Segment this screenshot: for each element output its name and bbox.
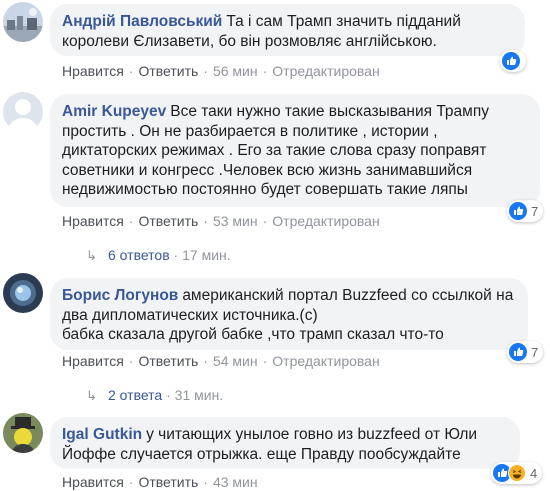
comment-author[interactable]: Борис Логунов: [62, 287, 178, 304]
like-icon: [509, 202, 527, 220]
comment-text: советники и конгресс .Человек всю жизнь …: [62, 161, 473, 179]
reply-link[interactable]: Ответить: [138, 63, 198, 79]
reply-link[interactable]: Ответить: [138, 474, 198, 490]
comment-bubble: Igal Gutkin у читающих унылое говно из bu…: [50, 417, 520, 469]
comment-text: Йоффе случается отрыжка. еще Правду пооб…: [62, 445, 461, 463]
comment-author[interactable]: Андрій Павловський: [62, 13, 222, 30]
reaction-count: 7: [531, 344, 539, 360]
comment-bubble: Amir Kupeyev Все таки нужно такие высказы…: [50, 94, 540, 207]
reactions-badge[interactable]: 7: [507, 200, 544, 222]
comment-text: два дипломатических источника.(с): [62, 306, 318, 324]
comment-text: американский портал Buzzfeed со ссылкой …: [182, 287, 514, 304]
comment-actions: Нравится · Ответить · 53 мин · Отредактирован: [62, 213, 380, 229]
replies-time: 17 мин.: [182, 247, 231, 263]
comment-text: недвижимостью постоянно будет совершать …: [62, 181, 468, 198]
comment-text: королеви Єлизавети, бо він розмовляє анг…: [62, 32, 437, 50]
comment-author[interactable]: Amir Kupeyev: [62, 103, 166, 120]
replies-time: 31 мин.: [174, 387, 224, 403]
replies-count[interactable]: 2 ответа: [108, 387, 162, 403]
reply-link[interactable]: Ответить: [138, 213, 198, 229]
comment-bubble: Борис Логунов американский портал Buzzfee…: [50, 278, 528, 350]
reactions-badge[interactable]: 4: [491, 462, 543, 484]
comment-text: диктаторских режимах . Его за такие слов…: [62, 142, 487, 159]
reply-link[interactable]: Ответить: [138, 353, 198, 369]
edited-label: Отредактирован: [272, 213, 380, 229]
comment-text: у читающих унылое говно из buzzfeed от Ю…: [146, 426, 478, 443]
comment-time[interactable]: 43 мин: [213, 474, 258, 490]
avatar[interactable]: [3, 273, 43, 313]
view-replies-link[interactable]: ↳ 2 ответа · 31 мин.: [86, 387, 223, 404]
reply-arrow-icon: ↳: [86, 248, 97, 263]
comment-text: простить . Он не разбирается в политике …: [62, 122, 438, 140]
reactions-badge[interactable]: [500, 50, 526, 72]
reaction-count: 4: [530, 465, 538, 481]
haha-icon: [508, 464, 526, 482]
comment-time[interactable]: 53 мин: [213, 213, 258, 229]
comment-author[interactable]: Igal Gutkin: [62, 426, 142, 443]
comment-bubble: Андрій Павловський Та і сам Трамп значить…: [50, 4, 525, 56]
comment-actions: Нравится · Ответить · 54 мин · Отредактирован: [62, 353, 380, 369]
comment-text: бабка сказала другой бабке ,что трамп ск…: [62, 326, 444, 343]
avatar[interactable]: [3, 413, 43, 453]
comment-actions: Нравится · Ответить · 43 мин: [62, 474, 258, 490]
like-link[interactable]: Нравится: [62, 353, 124, 369]
like-link[interactable]: Нравится: [62, 474, 124, 490]
avatar[interactable]: [3, 92, 43, 132]
reply-arrow-icon: ↳: [86, 388, 97, 403]
comment-actions: Нравится · Ответить · 56 мин · Отредактирован: [62, 63, 380, 79]
replies-count[interactable]: 6 ответов: [108, 247, 170, 263]
edited-label: Отредактирован: [272, 63, 380, 79]
avatar[interactable]: [3, 2, 43, 42]
comment-time[interactable]: 54 мин: [213, 353, 258, 369]
like-link[interactable]: Нравится: [62, 63, 124, 79]
comment-time[interactable]: 56 мин: [213, 63, 258, 79]
view-replies-link[interactable]: ↳ 6 ответов · 17 мин.: [86, 247, 231, 264]
like-icon: [502, 52, 520, 70]
like-link[interactable]: Нравится: [62, 213, 124, 229]
like-icon: [509, 343, 527, 361]
comment-text: Та і сам Трамп значить підданий: [226, 13, 461, 30]
reactions-badge[interactable]: 7: [507, 341, 544, 363]
edited-label: Отредактирован: [272, 353, 380, 369]
comment-text: Все таки нужно такие высказывания Трампу: [170, 103, 489, 120]
reaction-count: 7: [531, 203, 539, 219]
